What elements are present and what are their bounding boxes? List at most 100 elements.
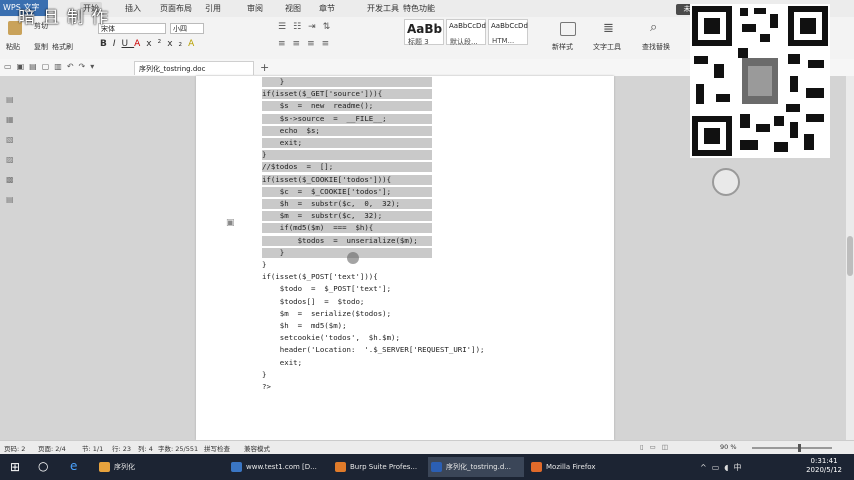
seal-logo [712,168,740,196]
style-preset[interactable]: AaBbCcDd 默认段... [446,19,486,46]
bookmark-icon[interactable]: ▧ [6,130,18,150]
document-tab[interactable]: 序列化_tostring.doc [134,61,254,75]
app-icon [99,462,110,472]
bold-icon[interactable]: B [100,39,113,49]
select-icon[interactable]: ▨ [6,150,18,170]
sort-icon[interactable]: ⇅ [323,22,338,32]
find-replace-button[interactable]: 查找替换 [642,42,670,52]
taskbar-clock[interactable]: 0:31:41 2020/5/12 [806,457,842,475]
status-section: 节: 1/1 [82,445,104,453]
preview-icon[interactable]: ▢ [42,62,55,71]
paste-options-icon[interactable]: ▣ [226,218,235,228]
windows-start-icon[interactable]: ⊞ [10,461,20,473]
menu-tab[interactable]: 页面布局 [157,2,195,15]
style-sample-text: AaBb [407,22,443,36]
print-icon[interactable]: ▤ [29,62,42,71]
code-line: $todos = unserialize($m); [262,235,432,246]
taskbar-item-label: 序列化_tostring.d... [446,463,511,471]
app-icon [431,462,442,472]
taskbar-item[interactable]: Burp Suite Profes... [332,457,424,477]
menu-tab[interactable]: 视图 [282,2,304,15]
web-view-icon[interactable]: ◫ [662,443,674,451]
style-preset[interactable]: AaBb 标题 3 [404,19,444,46]
pages-icon[interactable]: ▦ [6,110,18,130]
nav-icon[interactable]: ▤ [6,90,18,110]
code-line: } [262,260,267,269]
status-col: 列: 4 [138,445,153,453]
status-pages: 页面: 2/4 [38,445,66,453]
text-tools-icon[interactable]: ≣ [603,21,614,36]
numbered-list-icon[interactable]: ☷ [293,22,308,32]
highlight-icon[interactable]: A [188,39,200,49]
tray-arrow-icon[interactable]: ^ [700,463,712,472]
edge-icon[interactable]: e [70,459,77,473]
redo-icon[interactable]: ↷ [79,62,91,71]
vertical-scrollbar[interactable] [846,76,854,440]
style-preset[interactable]: AaBbCcDd HTM... [488,19,528,45]
find-icon[interactable]: ⌕ [650,20,657,35]
align-left-icon[interactable]: ≡ [278,39,293,49]
new-style-button[interactable]: 新样式 [552,42,573,52]
new-tab-icon[interactable]: + [260,61,269,74]
superscript-icon[interactable]: x² [146,39,167,49]
taskbar-item[interactable]: 序列化 [96,457,190,477]
comment-icon[interactable]: ▤ [6,190,18,210]
italic-icon[interactable]: I [113,39,122,49]
document-tab-title: 序列化_tostring.doc [139,65,206,73]
code-line: $c = $_COOKIE['todos']; [262,186,432,197]
style-name: 默认段... [450,38,478,46]
align-right-icon[interactable]: ≡ [307,39,322,49]
search-icon[interactable]: ○ [38,459,48,473]
undo-icon[interactable]: ↶ [67,62,79,71]
code-line: $todos[] = $todo; [262,296,365,306]
text-tools-button[interactable]: 文字工具 [593,42,621,52]
clock-date: 2020/5/12 [806,466,842,474]
menu-tab[interactable]: 引用 [202,2,224,15]
code-line: echo $s; [262,125,432,136]
page-view-icon[interactable]: ▭ [650,443,662,451]
style-name: HTM... [492,37,515,45]
justify-icon[interactable]: ≡ [322,39,337,49]
scrollbar-thumb[interactable] [847,236,853,276]
menu-tab[interactable]: 章节 [316,2,338,15]
read-view-icon[interactable]: ▯ [640,443,650,451]
subscript-icon[interactable]: x₂ [167,39,188,49]
new-style-icon[interactable] [560,22,576,36]
zoom-slider-thumb[interactable] [798,444,801,452]
quick-access-icons: ▭▣▤▢▥↶↷▾ [4,62,99,71]
font-color-icon[interactable]: A [134,39,146,49]
copy-button[interactable]: 复制 [34,42,48,52]
menu-tab[interactable]: 审阅 [244,2,266,15]
align-buttons-row: ≡≡≡≡ [278,39,336,49]
taskbar-item-label: 序列化 [114,463,135,471]
ime-icon[interactable]: 中 [733,463,746,472]
underline-icon[interactable]: U [122,39,135,49]
code-line: if(isset($_POST['text'])){ [262,272,378,282]
network-icon[interactable]: ▭ [712,463,725,472]
spell-check-toggle[interactable]: 拼写检查 [204,443,230,453]
code-line: ?> [262,382,271,391]
taskbar-item[interactable]: www.test1.com [D... [228,457,326,477]
zoom-slider[interactable] [752,447,832,449]
taskbar-item[interactable]: Mozilla Firefox [528,457,620,477]
open-icon[interactable]: ▭ [4,62,17,71]
indent-icon[interactable]: ⇥ [308,22,323,32]
code-line: if(md5($m) === $h){ [262,223,432,234]
save-icon[interactable]: ▣ [17,62,30,71]
export-icon[interactable]: ▥ [54,62,67,71]
align-center-icon[interactable]: ≡ [293,39,308,49]
menu-tab[interactable]: 特色功能 [400,2,438,15]
menu-tab[interactable]: 插入 [122,2,144,15]
bullet-list-icon[interactable]: ☰ [278,22,293,32]
taskbar-item-label: Mozilla Firefox [546,463,596,471]
tray-icons: ^▭◖中 [700,462,746,473]
font-size-select[interactable]: 小四 [170,23,204,34]
code-line: $todo = $_POST['text']; [262,284,392,294]
paste-button[interactable]: 粘贴 [6,42,20,52]
taskbar-item[interactable]: 序列化_tostring.d... [428,457,524,477]
menu-tab[interactable]: 开发工具 [364,2,402,15]
format-painter-button[interactable]: 格式刷 [52,42,73,52]
more-icon[interactable]: ▾ [90,62,99,71]
outline-icon[interactable]: ▩ [6,170,18,190]
left-margin-tools: ▤ ▦ ▧ ▨ ▩ ▤ [6,90,18,210]
